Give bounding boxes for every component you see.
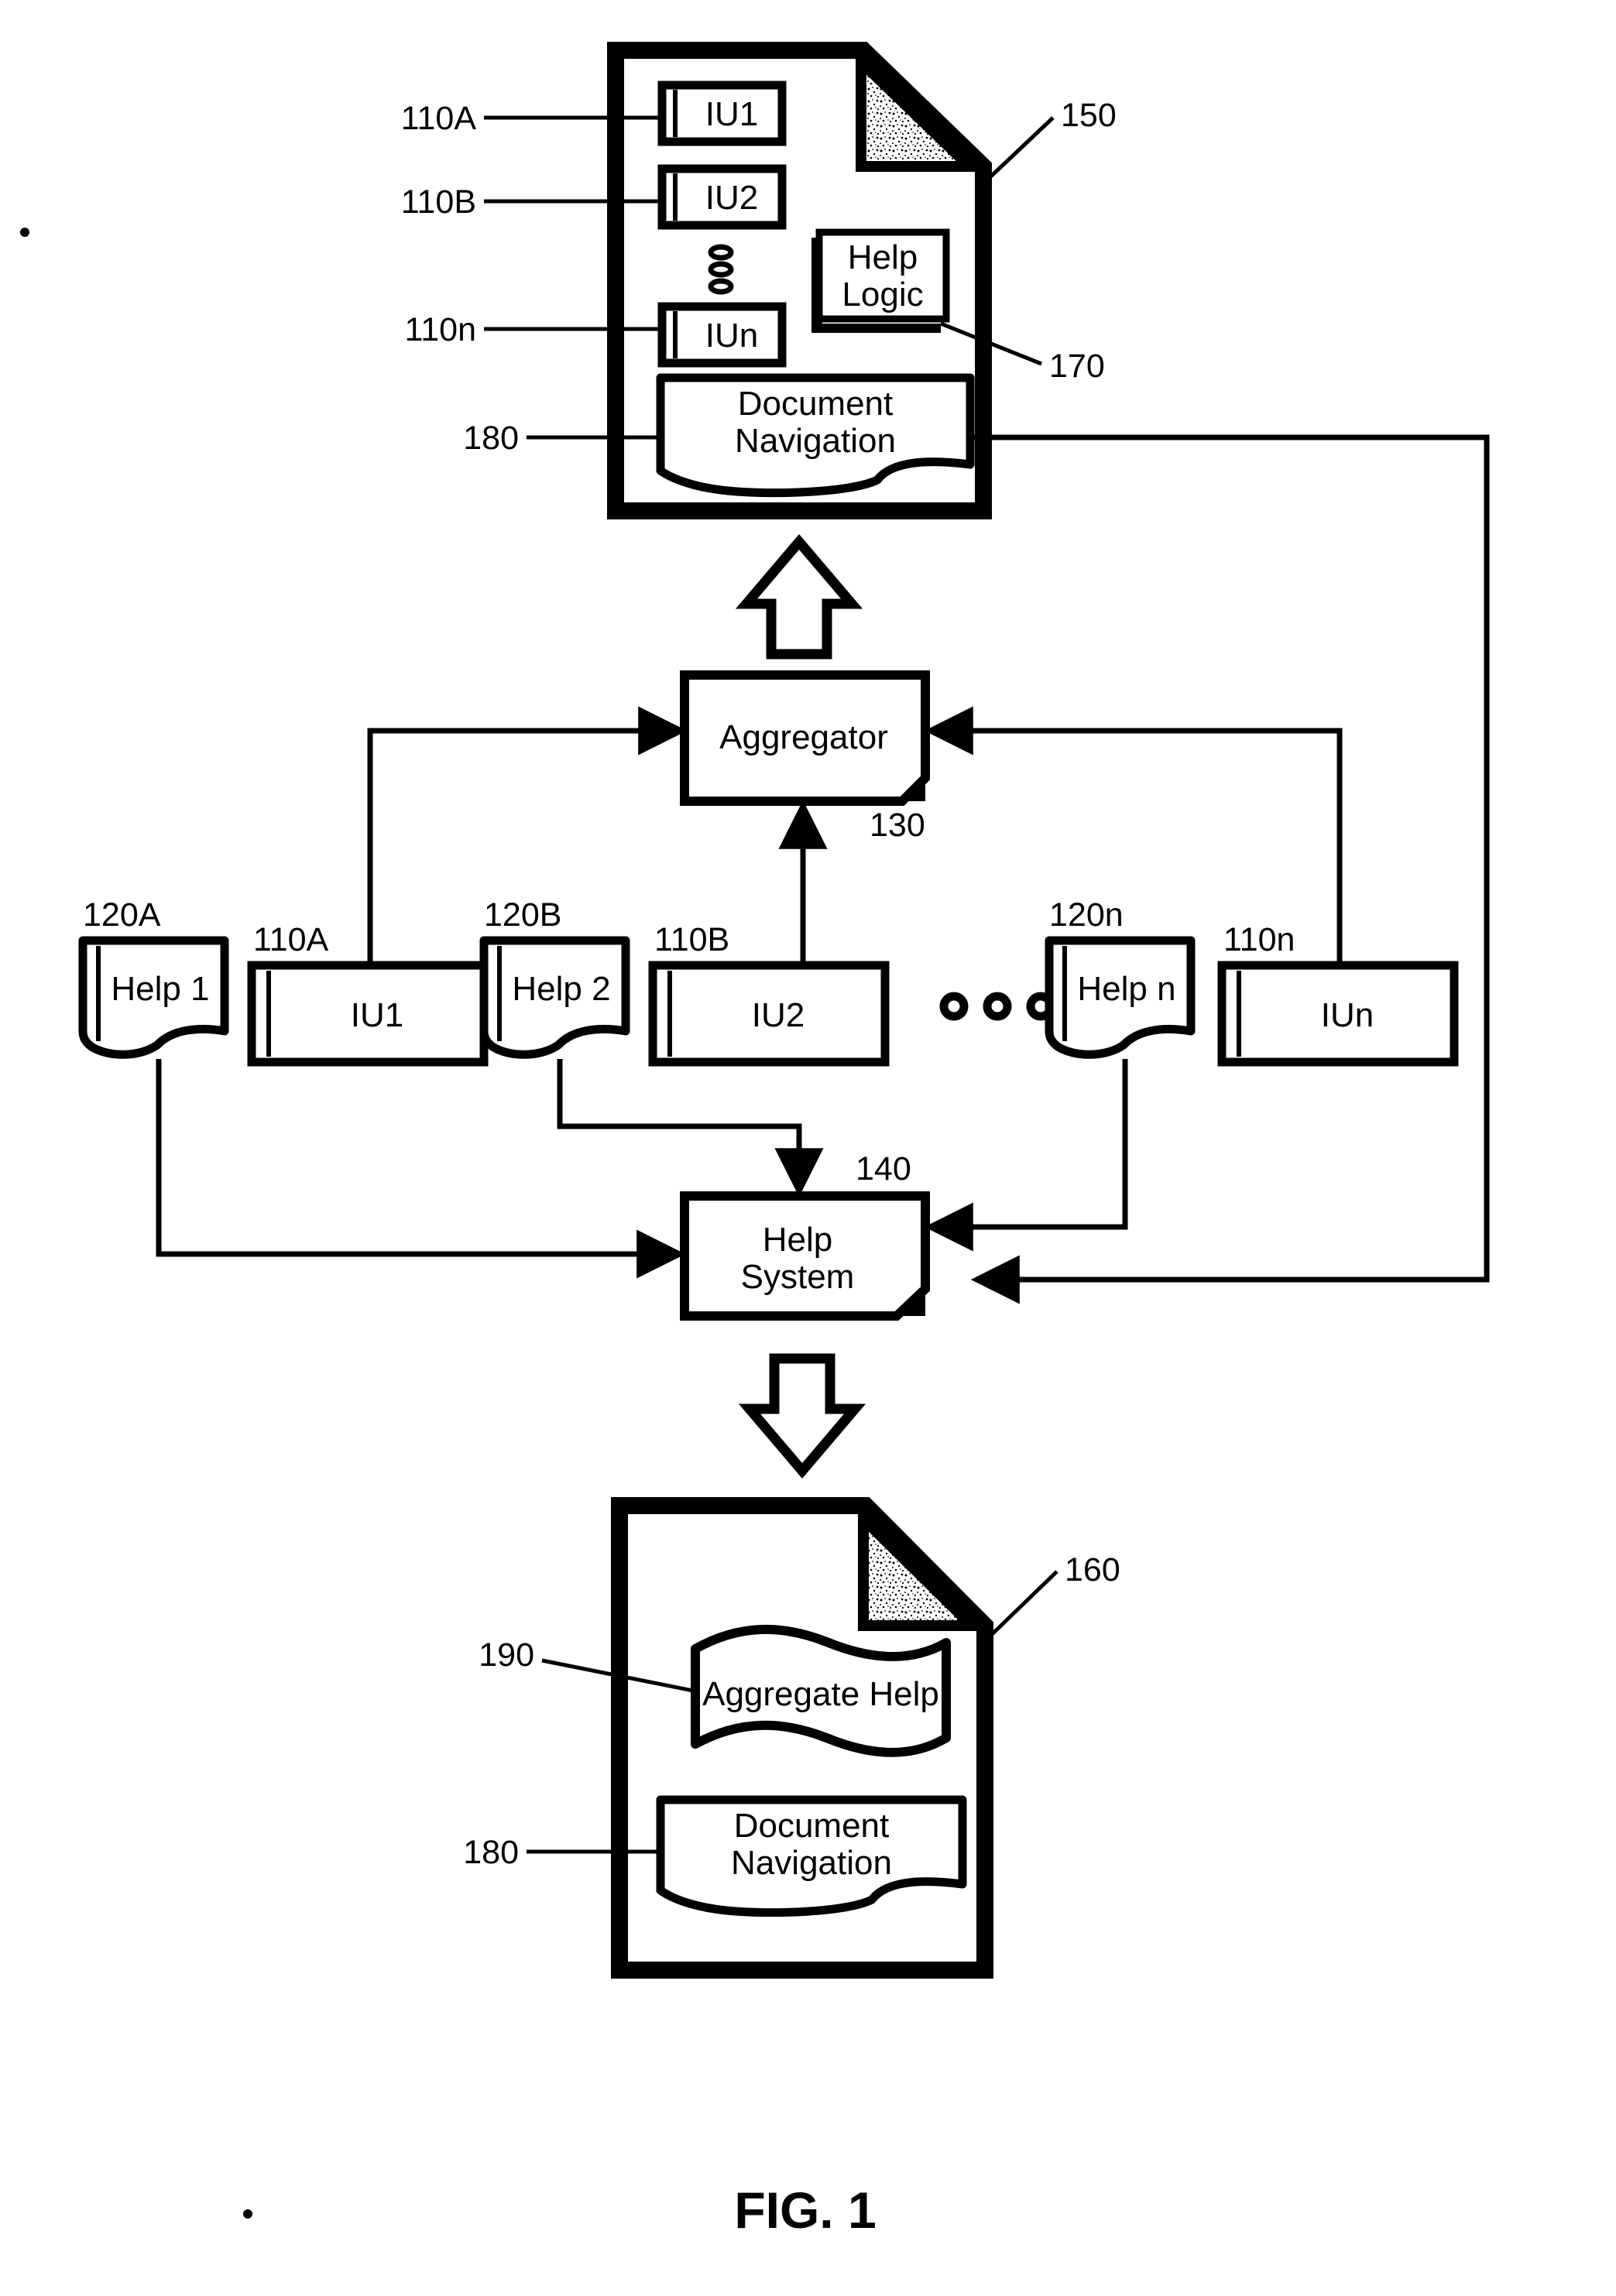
ref-label-top-110A: 110A [401,100,477,137]
top-docnav-label-line1: Document [738,385,894,423]
help-n-label: Help n [1077,970,1175,1008]
leader-160 [983,1570,1058,1643]
help-system-label-line2: System [741,1258,855,1296]
bottom-document-160: 160 Aggregate Help 190 Document Navigati… [463,1497,1120,1979]
iu1-block: IU1 [247,961,489,1067]
aggregate-help-label: Aggregate Help [702,1675,939,1713]
wire-help2-to-help-system [557,1059,824,1198]
bottom-docnav-label-line1: Document [734,1807,890,1845]
ref-label-bottom-180: 180 [463,1834,519,1871]
wire-help1-to-help-system [156,1059,686,1279]
flow-arrow-up-icon [735,533,863,660]
iu1-label: IU1 [351,996,403,1034]
help-system-block: Help System [680,1191,930,1321]
top-iu2-label: IU2 [705,179,758,217]
help-1-document: Help 1 [78,936,229,1059]
ref-label-190: 190 [479,1636,534,1674]
help-logic-label-line2: Logic [842,276,923,314]
ref-label-top-110B: 110B [401,183,476,221]
scan-speck [20,228,29,237]
help-logic-block: Help Logic [811,228,950,333]
top-document-fold-corner-icon [856,49,983,172]
help-logic-label-line1: Help [848,238,918,276]
ref-label-120A: 120A [83,896,161,934]
ref-label-130: 130 [870,807,925,844]
help-2-label: Help 2 [512,970,610,1008]
ref-label-150: 150 [1061,97,1117,134]
aggregator-block: Aggregator [680,670,930,806]
ref-label-120n: 120n [1049,896,1124,934]
help-system-label-line1: Help [763,1221,833,1259]
wire-helpn-to-help-system [924,1059,1128,1252]
iun-label: IUn [1321,996,1374,1034]
iun-block: IUn [1217,961,1459,1067]
top-iu1-label: IU1 [705,95,758,133]
bottom-docnav-label-line2: Navigation [731,1844,892,1882]
top-iu2-block: IU2 [657,164,787,230]
iu2-block: IU2 [648,961,890,1067]
flow-arrow-down-icon [738,1353,866,1479]
leader-150 [982,116,1055,185]
ref-label-140: 140 [856,1150,911,1187]
top-iun-block: IUn [657,302,787,368]
ref-label-160: 160 [1065,1551,1120,1588]
iu2-label: IU2 [752,996,805,1034]
top-docnav-label-line2: Navigation [735,422,896,460]
ref-label-top-180: 180 [463,420,519,457]
ref-label-120B: 120B [484,896,561,934]
wire-docnav-to-help-system [970,434,1490,1304]
figure-caption: FIG. 1 [734,2181,876,2239]
ref-label-170: 170 [1049,348,1105,385]
ref-label-110B: 110B [654,921,729,958]
top-document-150: IU1 110A IU2 110B IUn 110n Help Logic 17… [401,42,1117,519]
help-2-document: Help 2 [479,936,630,1059]
help-1-label: Help 1 [111,970,209,1008]
aggregator-label: Aggregator [719,718,888,756]
ref-label-top-110n: 110n [405,311,476,348]
help-n-document: Help n [1045,936,1196,1059]
top-iu1-block: IU1 [657,81,787,146]
ref-label-110A: 110A [253,921,329,958]
bottom-document-fold-corner-icon [858,1506,986,1631]
top-iun-label: IUn [705,317,758,355]
scan-speck [243,2209,252,2219]
ref-label-110n: 110n [1223,921,1295,958]
middle-row-ellipsis-icon [939,992,1055,1021]
figure-1-patent-diagram: IU1 110A IU2 110B IUn 110n Help Logic 17… [0,0,1616,2296]
